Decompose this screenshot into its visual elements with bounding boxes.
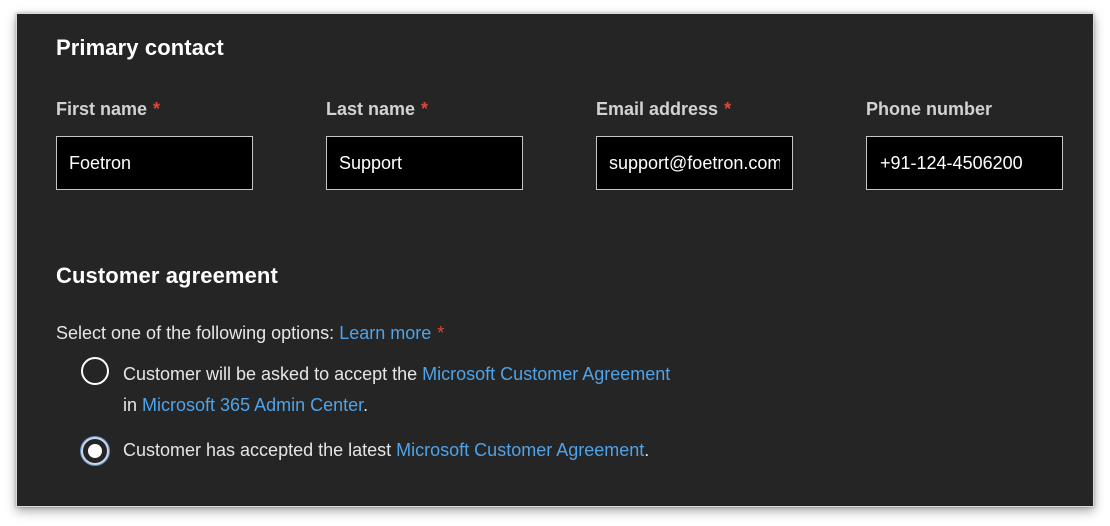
instruction-text: Select one of the following options: <box>56 323 335 343</box>
required-marker: * <box>724 99 732 119</box>
first-name-label-text: First name <box>56 99 148 119</box>
phone-number-label: Phone number <box>866 99 992 120</box>
phone-number-label-text: Phone number <box>866 99 993 119</box>
email-address-input[interactable] <box>596 136 793 190</box>
last-name-label: Last name * <box>326 99 428 120</box>
form-panel <box>16 13 1094 507</box>
option-text: Customer will be asked to accept the <box>123 364 418 384</box>
agreement-option-label-ask-customer: Customer will be asked to accept the Mic… <box>123 359 670 421</box>
agreement-instruction: Select one of the following options: Lea… <box>56 323 444 344</box>
option-text: . <box>644 440 650 460</box>
customer-agreement-heading: Customer agreement <box>56 263 278 288</box>
first-name-label: First name * <box>56 99 160 120</box>
agreement-option-label-accepted: Customer has accepted the latest Microso… <box>123 440 649 461</box>
required-marker: * <box>153 99 161 119</box>
primary-contact-heading: Primary contact <box>56 35 224 60</box>
last-name-input[interactable] <box>326 136 523 190</box>
microsoft-customer-agreement-link[interactable]: Microsoft Customer Agreement <box>422 364 670 384</box>
learn-more-link[interactable]: Learn more <box>339 323 431 343</box>
microsoft-customer-agreement-link[interactable]: Microsoft Customer Agreement <box>396 440 644 460</box>
phone-number-input[interactable] <box>866 136 1063 190</box>
radio-selected-dot <box>88 444 102 458</box>
last-name-label-text: Last name <box>326 99 416 119</box>
option-text: . <box>363 395 369 415</box>
first-name-input[interactable] <box>56 136 253 190</box>
microsoft-365-admin-center-link[interactable]: Microsoft 365 Admin Center <box>142 395 363 415</box>
agreement-option-radio-accepted[interactable] <box>81 437 109 465</box>
agreement-option-radio-ask-customer[interactable] <box>81 357 109 385</box>
required-marker: * <box>437 323 445 343</box>
option-text: Customer has accepted the latest <box>123 440 392 460</box>
email-address-label-text: Email address <box>596 99 719 119</box>
email-address-label: Email address * <box>596 99 731 120</box>
required-marker: * <box>421 99 429 119</box>
option-text: in <box>123 395 138 415</box>
